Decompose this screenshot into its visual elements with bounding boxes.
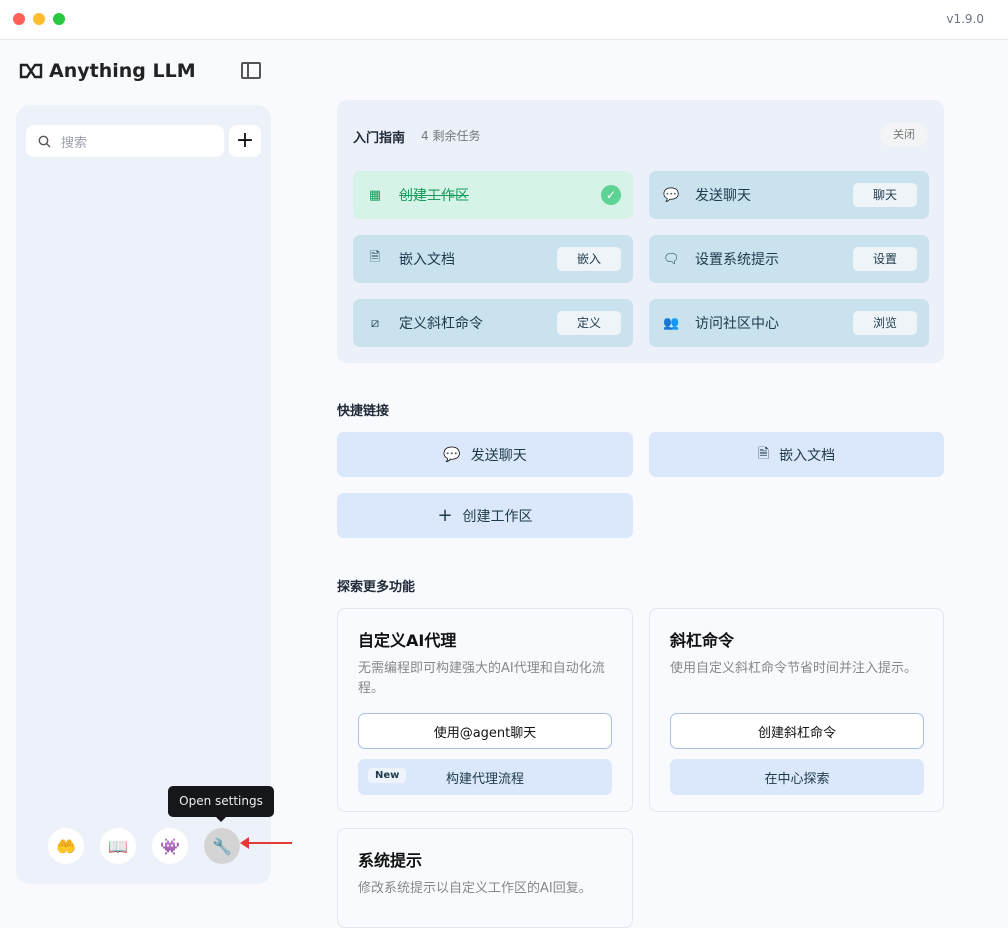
agent-chat-button[interactable]: 使用@agent聊天	[358, 713, 612, 749]
card-title: 斜杠命令	[670, 631, 735, 650]
document-icon: 🗎	[757, 445, 770, 462]
explore-hub-button[interactable]: 在中心探索	[670, 759, 924, 795]
slash-icon: ⧄	[370, 315, 380, 331]
search-placeholder: 搜索	[61, 135, 88, 151]
settings-wrench-icon[interactable]: 🔧	[204, 828, 240, 864]
search-icon	[38, 135, 51, 147]
app-logo: Anything LLM	[19, 60, 196, 82]
button-label: 构建代理流程	[445, 771, 524, 787]
prompt-icon: 🗨	[663, 251, 680, 267]
grid-icon: ▦	[368, 187, 382, 203]
task-label: 嵌入文档	[399, 252, 455, 268]
task-embed-doc: 🗎 嵌入文档 嵌入	[353, 235, 633, 283]
chat-icon: 💬	[663, 187, 680, 203]
minimize-window-button[interactable]	[33, 13, 45, 25]
document-icon: 🗎	[369, 250, 381, 265]
task-label: 设置系统提示	[695, 252, 779, 268]
explore-title: 探索更多功能	[337, 580, 416, 595]
quick-link-embed-doc[interactable]: 🗎 嵌入文档	[649, 432, 944, 477]
task-label: 创建工作区	[399, 188, 469, 204]
title-bar: v1.9.0	[0, 0, 1008, 40]
card-slash-commands: 斜杠命令 使用自定义斜杠命令节省时间并注入提示。 创建斜杠命令 在中心探索	[649, 608, 944, 812]
search-input[interactable]: 搜索	[26, 125, 224, 157]
guide-title: 入门指南	[353, 131, 406, 146]
community-icon[interactable]: 🤲	[48, 828, 84, 864]
chat-button[interactable]: 聊天	[853, 183, 917, 207]
quick-link-create-workspace[interactable]: + 创建工作区	[337, 493, 633, 538]
setup-button[interactable]: 设置	[853, 247, 917, 271]
new-badge: New	[368, 768, 407, 783]
define-button[interactable]: 定义	[557, 311, 621, 335]
embed-button[interactable]: 嵌入	[557, 247, 621, 271]
card-desc: 修改系统提示以自定义工作区的AI回复。	[358, 881, 592, 896]
create-slash-command-button[interactable]: 创建斜杠命令	[670, 713, 924, 749]
settings-tooltip: Open settings	[168, 786, 274, 822]
maximize-window-button[interactable]	[53, 13, 65, 25]
card-title: 系统提示	[358, 851, 423, 870]
browse-button[interactable]: 浏览	[853, 311, 917, 335]
sidebar: 搜索 + 🤲 📖 👾 🔧	[16, 105, 271, 884]
check-icon: ✓	[601, 185, 621, 205]
guide-remaining: 4 剩余任务	[421, 129, 481, 143]
card-desc: 无需编程即可构建强大的AI代理和自动化流程。	[358, 661, 605, 696]
chat-icon: 💬	[443, 446, 461, 463]
quick-link-label: 发送聊天	[470, 447, 527, 464]
docs-book-icon[interactable]: 📖	[100, 828, 136, 864]
plus-icon: +	[437, 505, 453, 526]
task-system-prompt: 🗨 设置系统提示 设置	[649, 235, 929, 283]
build-agent-flow-button[interactable]: New 构建代理流程	[358, 759, 612, 795]
sidebar-toggle-icon[interactable]	[241, 62, 261, 79]
task-send-chat: 💬 发送聊天 聊天	[649, 171, 929, 219]
new-workspace-button[interactable]: +	[229, 125, 261, 157]
card-ai-agent: 自定义AI代理 无需编程即可构建强大的AI代理和自动化流程。 使用@agent聊…	[337, 608, 633, 812]
card-system-prompt: 系统提示 修改系统提示以自定义工作区的AI回复。	[337, 828, 633, 928]
task-label: 定义斜杠命令	[399, 316, 483, 332]
quick-link-send-chat[interactable]: 💬 发送聊天	[337, 432, 633, 477]
quick-link-label: 创建工作区	[462, 508, 533, 525]
logo-icon	[19, 63, 43, 79]
task-create-workspace[interactable]: ▦ 创建工作区 ✓	[353, 171, 633, 219]
task-label: 访问社区中心	[695, 316, 779, 332]
quick-links-title: 快捷链接	[337, 404, 390, 419]
guide-close-button[interactable]: 关闭	[880, 123, 928, 147]
task-slash-command: ⧄ 定义斜杠命令 定义	[353, 299, 633, 347]
users-icon: 👥	[663, 315, 680, 331]
task-label: 发送聊天	[695, 188, 751, 204]
onboarding-guide: 入门指南 4 剩余任务 关闭 ▦ 创建工作区 ✓ 💬 发送聊天 聊天 🗎 嵌入文…	[337, 100, 944, 363]
close-window-button[interactable]	[13, 13, 25, 25]
card-title: 自定义AI代理	[358, 631, 457, 650]
discord-icon[interactable]: 👾	[152, 828, 188, 864]
task-community-hub: 👥 访问社区中心 浏览	[649, 299, 929, 347]
card-desc: 使用自定义斜杠命令节省时间并注入提示。	[670, 661, 918, 676]
red-arrow-annotation	[240, 837, 292, 849]
logo-text: Anything LLM	[49, 60, 196, 82]
quick-link-label: 嵌入文档	[779, 447, 836, 464]
version-label: v1.9.0	[946, 12, 984, 26]
